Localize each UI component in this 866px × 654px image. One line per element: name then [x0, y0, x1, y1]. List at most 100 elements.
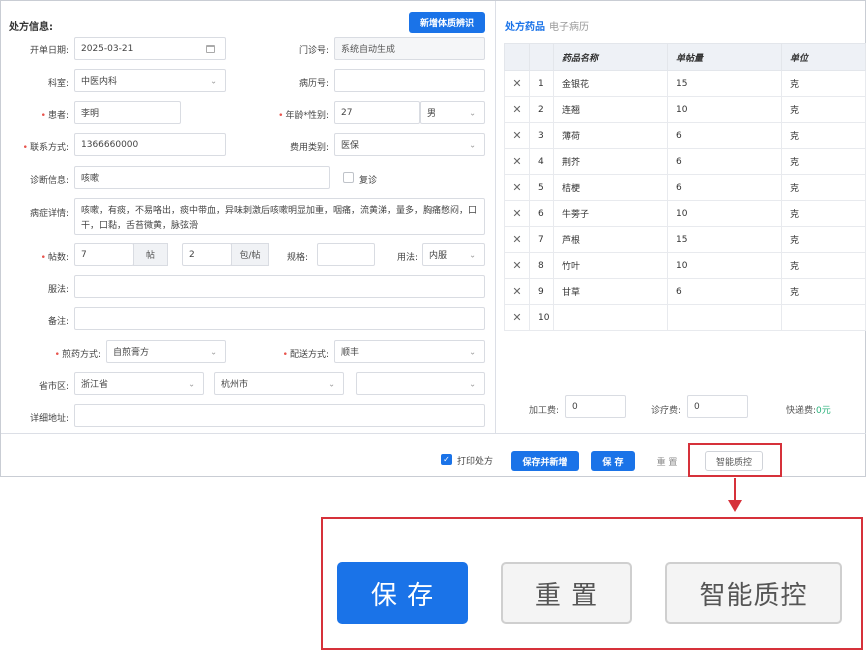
consult-fee-input[interactable]: 0	[687, 395, 748, 418]
print-label: 打印处方	[457, 457, 494, 467]
table-row: ✕ 1 金银花 15 克	[504, 70, 866, 97]
process-fee-input[interactable]: 0	[565, 395, 626, 418]
save-and-new-button[interactable]: 保存并新增	[511, 451, 579, 471]
drug-name-cell: 芦根	[553, 226, 668, 253]
tab-emr[interactable]: 电子病历	[549, 22, 589, 33]
chevron-down-icon: ⌄	[210, 347, 217, 356]
spec-label: 规格:	[287, 253, 309, 263]
new-constitution-button[interactable]: 新增体质辨识	[409, 12, 485, 33]
spec-input[interactable]	[317, 243, 375, 266]
rx-table: 药品名称 单帖量 单位 ✕ 1 金银花 15 克 ✕ 2 连翘 10 克 ✕ 3 薄荷 6 克 ✕ 4 荆芥 6 克 ✕…	[504, 43, 866, 331]
usage-label: 用法:	[397, 253, 419, 263]
contact-input[interactable]: 1366660000	[74, 133, 226, 156]
drug-name-cell: 连翘	[553, 96, 668, 123]
table-row: ✕ 9 甘草 6 克	[504, 278, 866, 305]
revisit-checkbox[interactable]	[343, 172, 354, 183]
drug-name-cell: 竹叶	[553, 252, 668, 279]
table-header-cell	[504, 43, 530, 71]
chevron-down-icon: ⌄	[188, 379, 195, 388]
row-number: 1	[529, 70, 554, 97]
address-label: 详细地址:	[29, 414, 69, 424]
record-no-label: 病历号:	[298, 79, 329, 89]
patient-input[interactable]: 李明	[74, 101, 181, 124]
callout-reset-button[interactable]: 重 置	[501, 562, 632, 624]
dept-select[interactable]: 中医内科 ⌄	[74, 69, 226, 92]
drug-name-cell: 荆芥	[553, 148, 668, 175]
age-sex-label: • 年龄*性别:	[278, 111, 329, 121]
fee-type-select[interactable]: 医保 ⌄	[334, 133, 485, 156]
callout-arrow-head	[728, 500, 742, 512]
table-header-cell	[529, 43, 554, 71]
note-input[interactable]	[74, 307, 485, 330]
age-input[interactable]: 27	[334, 101, 420, 124]
remove-row-icon[interactable]: ✕	[504, 226, 530, 253]
region-label: 省市区:	[38, 382, 69, 392]
footer-divider	[1, 433, 866, 434]
tab-rx-drugs[interactable]: 处方药品	[505, 22, 545, 33]
table-row: ✕ 6 牛蒡子 10 克	[504, 200, 866, 227]
remove-row-icon[interactable]: ✕	[504, 174, 530, 201]
drug-name-cell: 金银花	[553, 70, 668, 97]
remove-row-icon[interactable]: ✕	[504, 200, 530, 227]
remove-row-icon[interactable]: ✕	[504, 148, 530, 175]
unit-cell: 克	[781, 200, 866, 227]
table-row: ✕ 10	[504, 304, 866, 331]
chevron-down-icon: ⌄	[469, 379, 476, 388]
decoct-select[interactable]: 自煎膏方 ⌄	[106, 340, 226, 363]
chevron-down-icon: ⌄	[469, 140, 476, 149]
row-number: 5	[529, 174, 554, 201]
address-input[interactable]	[74, 404, 485, 427]
reset-button[interactable]: 重 置	[647, 451, 687, 471]
process-fee-label: 加工费:	[529, 406, 560, 416]
delivery-label: • 配送方式:	[282, 350, 329, 360]
callout-save-button[interactable]: 保 存	[337, 562, 468, 624]
symptom-textarea[interactable]: 咳嗽，有痰，不易咯出，痰中带血，异味刺激后咳嗽明显加重，咽痛，流黄涕，量多，胸痛…	[74, 198, 485, 235]
city-select[interactable]: 杭州市 ⌄	[214, 372, 344, 395]
note-label: 备注:	[47, 317, 69, 327]
required-mark: •	[282, 350, 288, 360]
record-no-input[interactable]	[334, 69, 485, 92]
table-row: ✕ 2 连翘 10 克	[504, 96, 866, 123]
chevron-down-icon: ⌄	[210, 76, 217, 85]
remove-row-icon[interactable]: ✕	[504, 278, 530, 305]
unit-cell: 克	[781, 96, 866, 123]
consult-fee-label: 诊疗费:	[651, 406, 682, 416]
prescription-form: 处方信息: 新增体质辨识 开单日期: 2025-03-21 门诊号: 系统自动生…	[1, 1, 495, 433]
print-checkbox[interactable]: ✓	[441, 454, 452, 465]
clinic-no-field: 系统自动生成	[334, 37, 485, 60]
qc-highlight-box	[688, 443, 782, 477]
dose-label: • 帖数:	[40, 253, 69, 263]
province-select[interactable]: 浙江省 ⌄	[74, 372, 204, 395]
row-number: 8	[529, 252, 554, 279]
diag-label: 诊断信息:	[29, 176, 69, 186]
patient-label: • 患者:	[40, 111, 69, 121]
zoom-callout: 保 存 重 置 智能质控	[321, 517, 863, 650]
pack-input[interactable]: 2	[182, 243, 232, 266]
unit-cell: 克	[781, 226, 866, 253]
unit-cell: 克	[781, 174, 866, 201]
callout-qc-button[interactable]: 智能质控	[665, 562, 842, 624]
delivery-select[interactable]: 顺丰 ⌄	[334, 340, 485, 363]
drug-name-cell: 薄荷	[553, 122, 668, 149]
header-unit: 单位	[781, 43, 866, 71]
date-field[interactable]: 2025-03-21	[74, 37, 226, 60]
dose-cell: 6	[667, 122, 782, 149]
remove-row-icon[interactable]: ✕	[504, 122, 530, 149]
prescription-window: 处方信息: 新增体质辨识 开单日期: 2025-03-21 门诊号: 系统自动生…	[0, 0, 866, 477]
remove-row-icon[interactable]: ✕	[504, 304, 530, 331]
diag-input[interactable]: 咳嗽	[74, 166, 330, 189]
row-number: 6	[529, 200, 554, 227]
remove-row-icon[interactable]: ✕	[504, 96, 530, 123]
required-mark: •	[22, 143, 28, 153]
remove-row-icon[interactable]: ✕	[504, 70, 530, 97]
express-fee-label: 快递费:0元	[786, 406, 831, 416]
remove-row-icon[interactable]: ✕	[504, 252, 530, 279]
take-input[interactable]	[74, 275, 485, 298]
pack-unit: 包/帖	[231, 243, 269, 266]
dose-input[interactable]: 7	[74, 243, 134, 266]
district-select[interactable]: ⌄	[356, 372, 485, 395]
usage-select[interactable]: 内服 ⌄	[422, 243, 485, 266]
save-button[interactable]: 保 存	[591, 451, 635, 471]
row-number: 9	[529, 278, 554, 305]
sex-select[interactable]: 男 ⌄	[420, 101, 485, 124]
